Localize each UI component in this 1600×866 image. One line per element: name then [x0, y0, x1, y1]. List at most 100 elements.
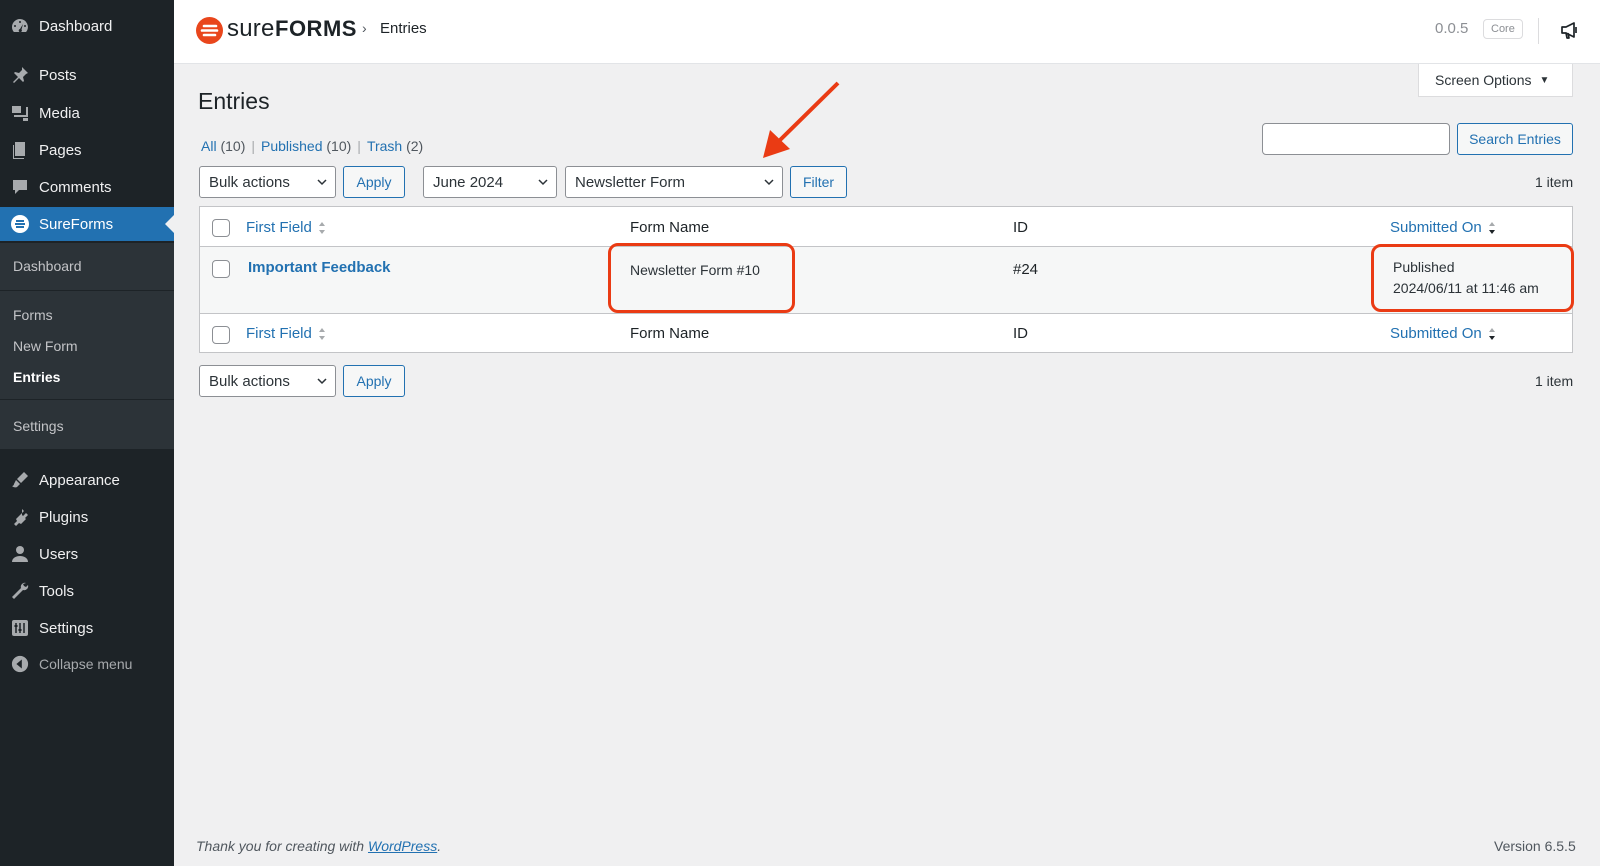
search-entries-button[interactable]: Search Entries [1457, 123, 1573, 155]
sidebar-item-label: Dashboard [39, 17, 113, 35]
footer-version: Version 6.5.5 [1494, 838, 1576, 854]
column-first-field-footer[interactable]: First Field [246, 325, 326, 342]
bulk-actions-select-bottom[interactable]: Bulk actions [199, 365, 336, 397]
select-all-checkbox[interactable] [212, 219, 230, 237]
user-icon [10, 544, 30, 564]
sureforms-icon [10, 214, 30, 234]
wrench-icon [10, 581, 30, 601]
submenu-item-new-form[interactable]: New Form [13, 338, 78, 354]
column-form-name-footer: Form Name [630, 325, 710, 342]
collapse-menu-button[interactable]: Collapse menu [0, 647, 174, 681]
column-label: Submitted On [1390, 219, 1482, 236]
plug-icon [10, 507, 30, 527]
annotation-highlight-form-name [608, 243, 795, 313]
sidebar-item-plugins[interactable]: Plugins [0, 500, 174, 534]
wordpress-link[interactable]: WordPress [368, 838, 437, 854]
table-row: Important Feedback Newsletter Form #10 #… [200, 247, 1572, 313]
submenu-item-dashboard[interactable]: Dashboard [13, 258, 82, 274]
search-input[interactable] [1262, 123, 1450, 155]
header-divider [1538, 18, 1539, 44]
items-count-top: 1 item [1535, 174, 1574, 190]
view-trash-count: (2) [406, 138, 424, 154]
submenu-item-settings[interactable]: Settings [13, 418, 64, 434]
items-count-bottom: 1 item [1535, 373, 1574, 389]
bulk-actions-value: Bulk actions [209, 173, 290, 191]
annotation-arrow-icon [763, 81, 840, 158]
select-all-checkbox-footer[interactable] [212, 326, 230, 344]
sidebar-item-users[interactable]: Users [0, 537, 174, 571]
sidebar-item-tools[interactable]: Tools [0, 574, 174, 608]
chevron-down-icon [317, 179, 327, 186]
view-trash-link[interactable]: Trash [367, 138, 402, 154]
chevron-down-icon [764, 179, 774, 186]
sort-icon [1488, 328, 1495, 341]
submenu-divider [0, 290, 174, 291]
logo-text-forms: FORMS [275, 16, 357, 41]
core-badge: Core [1483, 19, 1523, 39]
status-views: All (10) | Published (10) | Trash (2) [201, 138, 424, 154]
media-icon [10, 103, 30, 123]
sidebar-item-posts[interactable]: Posts [0, 58, 174, 92]
table-header-row: First Field Form Name ID Submitted On [200, 207, 1572, 247]
submenu-item-forms[interactable]: Forms [13, 307, 53, 323]
submenu-item-entries[interactable]: Entries [13, 369, 60, 385]
page-title: Entries [198, 88, 270, 114]
footer-thanks: Thank you for creating with WordPress. [196, 838, 441, 854]
comment-icon [10, 177, 30, 197]
view-all-link[interactable]: All [201, 138, 217, 154]
entry-title-link[interactable]: Important Feedback [248, 259, 391, 276]
column-id: ID [1013, 219, 1028, 236]
sidebar-item-label: Pages [39, 141, 82, 159]
footer-thanks-suffix: . [437, 838, 442, 854]
chevron-down-icon [317, 378, 327, 385]
sidebar-item-dashboard[interactable]: Dashboard [0, 9, 174, 43]
view-published-link[interactable]: Published [261, 138, 323, 154]
column-label: Submitted On [1390, 325, 1482, 342]
logo-text-sure: sure [227, 15, 275, 42]
view-all-count: (10) [220, 138, 246, 154]
sidebar-item-label: Users [39, 545, 79, 563]
column-submitted-on[interactable]: Submitted On [1390, 219, 1496, 236]
sort-icon [318, 328, 325, 341]
sidebar-item-label: Plugins [39, 508, 89, 526]
megaphone-icon[interactable] [1559, 19, 1581, 41]
caret-down-icon: ▼ [1539, 74, 1550, 86]
brush-icon [10, 470, 30, 490]
column-form-name: Form Name [630, 219, 710, 236]
plugin-version: 0.0.5 [1435, 20, 1469, 37]
sidebar-item-label: Posts [39, 66, 77, 84]
footer-thanks-text: Thank you for creating with [196, 838, 368, 854]
sidebar-item-label: SureForms [39, 215, 114, 233]
table-footer-row: First Field Form Name ID Submitted On [200, 313, 1572, 353]
bulk-actions-select[interactable]: Bulk actions [199, 166, 336, 198]
plugin-header: sure FORMS › Entries 0.0.5 Core [174, 0, 1600, 64]
column-first-field[interactable]: First Field [246, 219, 326, 236]
screen-options-button[interactable]: Screen Options ▼ [1418, 64, 1573, 97]
apply-button[interactable]: Apply [343, 166, 405, 198]
breadcrumb-separator: › [362, 20, 367, 36]
sidebar-item-label: Comments [39, 178, 112, 196]
sort-icon [318, 222, 325, 235]
apply-button-bottom[interactable]: Apply [343, 365, 405, 397]
admin-sidebar: Dashboard Posts Media Pages Comments Sur… [0, 0, 174, 866]
filter-button[interactable]: Filter [790, 166, 847, 198]
column-label: First Field [246, 219, 312, 236]
sidebar-item-label: Tools [39, 582, 75, 600]
sidebar-item-label: Appearance [39, 471, 120, 489]
sort-icon [1488, 222, 1495, 235]
sidebar-item-label: Settings [39, 619, 94, 637]
sidebar-item-pages[interactable]: Pages [0, 133, 174, 167]
pages-icon [10, 140, 30, 160]
sidebar-item-settings[interactable]: Settings [0, 611, 174, 645]
sidebar-item-sureforms[interactable]: SureForms [0, 207, 174, 241]
column-submitted-on-footer[interactable]: Submitted On [1390, 325, 1496, 342]
sidebar-item-media[interactable]: Media [0, 96, 174, 130]
screen-options-label: Screen Options [1435, 72, 1532, 88]
form-filter-value: Newsletter Form [575, 173, 686, 191]
form-filter-select[interactable]: Newsletter Form [565, 166, 783, 198]
submenu-divider [0, 399, 174, 400]
sidebar-item-appearance[interactable]: Appearance [0, 463, 174, 497]
month-filter-select[interactable]: June 2024 [423, 166, 557, 198]
sidebar-item-comments[interactable]: Comments [0, 170, 174, 204]
row-checkbox[interactable] [212, 260, 230, 278]
